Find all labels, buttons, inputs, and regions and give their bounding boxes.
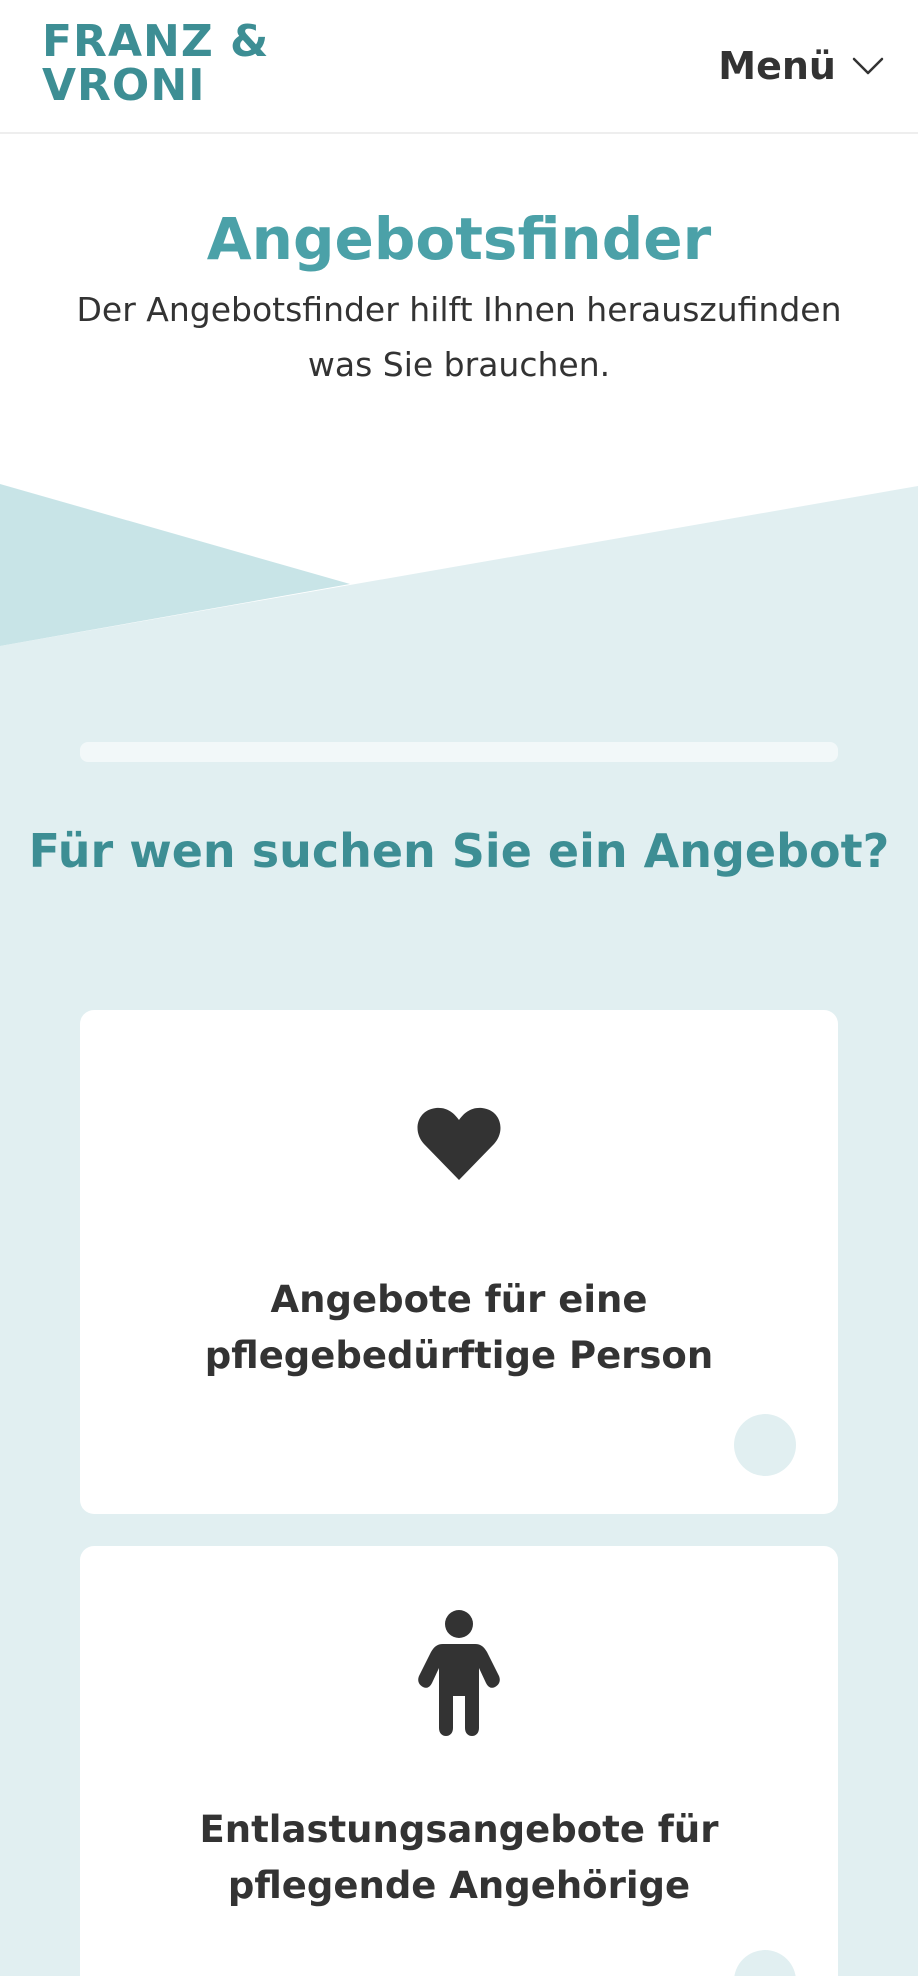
option-radio[interactable] [734, 1950, 796, 1976]
menu-button[interactable]: Menü [718, 44, 884, 88]
option-label: Angebote für eine pflegebedürftige Perso… [204, 1278, 714, 1377]
page-title: Angebotsfinder [206, 205, 712, 273]
logo[interactable]: FRANZ & VRONI [42, 20, 269, 108]
question-heading: Für wen suchen Sie ein Angebot? [28, 824, 890, 878]
option-card-relatives[interactable]: Entlastungsangebote für pflegende Angehö… [80, 1546, 838, 1976]
heart-icon [80, 1106, 838, 1182]
site-header: FRANZ & VRONI Menü [0, 0, 918, 134]
logo-line-2: VRONI [42, 60, 206, 111]
menu-label: Menü [718, 44, 836, 88]
intro-section: Angebotsfinder Der Angebotsfinder hilft … [0, 196, 918, 392]
option-radio[interactable] [734, 1414, 796, 1476]
intro-text: Der Angebotsfinder hilft Ihnen herauszuf… [76, 290, 842, 384]
option-label: Entlastungsangebote für pflegende Angehö… [199, 1808, 719, 1907]
logo-line-1: FRANZ & [42, 16, 270, 67]
option-card-care-person[interactable]: Angebote für eine pflegebedürftige Perso… [80, 1010, 838, 1514]
person-icon [80, 1610, 838, 1736]
chevron-down-icon [852, 56, 884, 76]
progress-bar [80, 742, 838, 762]
